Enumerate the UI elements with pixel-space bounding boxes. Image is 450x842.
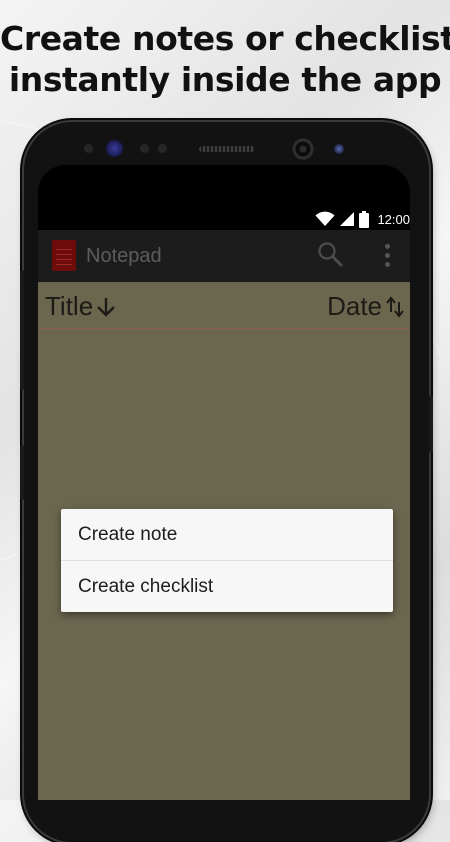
promo-headline: Create notes or checklist instantly insi… [0,18,450,100]
sort-date-label: Date [327,291,382,321]
light-sensor-2 [158,144,167,153]
sort-by-title-button[interactable]: Title [45,291,116,322]
front-camera [292,138,314,160]
create-checklist-option[interactable]: Create checklist [61,561,393,612]
app-title: Notepad [86,245,162,267]
battery-icon [359,210,370,228]
power-button [429,395,433,453]
sort-title-label: Title [45,291,94,321]
create-menu-popup: Create note Create checklist [61,509,393,612]
notes-list-area: Title Date Create note Create checklist [38,282,410,800]
sort-up-down-icon [386,295,404,318]
headline-line-2: instantly inside the app [8,60,442,99]
header-divider [38,328,410,329]
app-bar: Notepad [38,230,410,282]
arrow-down-icon [97,297,116,317]
overflow-menu-icon[interactable] [381,242,393,270]
status-bar: 12:00 [38,165,410,230]
light-sensor [140,144,149,153]
notepad-logo-icon [52,240,76,271]
create-note-option[interactable]: Create note [61,509,393,560]
sort-bar: Title Date [38,282,410,329]
proximity-sensor [84,144,93,153]
bixby-button [20,445,24,500]
search-icon[interactable] [316,240,344,268]
wifi-icon [315,211,335,226]
earpiece-speaker [199,146,255,152]
camera-indicator [334,144,344,154]
volume-button [20,270,24,390]
phone-screen: 12:00 Notepad Title Date Create note Cre… [38,165,410,800]
sort-by-date-button[interactable]: Date [327,291,404,322]
iris-sensor [106,140,123,157]
header-divider-secondary [38,332,410,333]
headline-line-1: Create notes or checklist [0,19,450,58]
signal-icon [340,212,355,226]
status-time: 12:00 [377,211,410,227]
